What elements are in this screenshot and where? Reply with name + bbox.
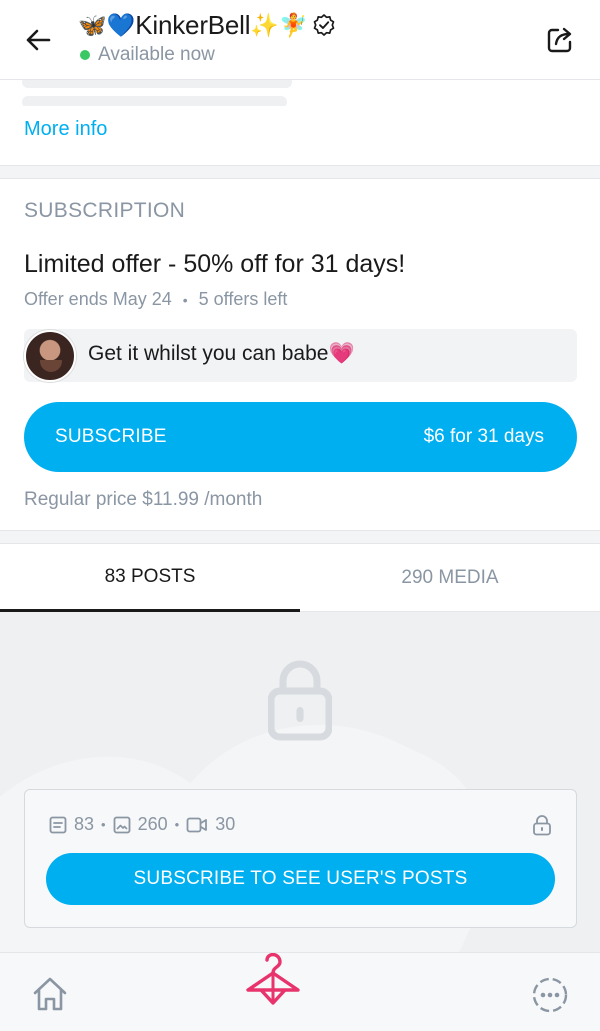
- videos-count: 30: [186, 814, 235, 835]
- message-emoji: 💗: [328, 342, 355, 365]
- videos-count-value: 30: [215, 814, 236, 834]
- offer-meta: Offer ends May 24 • 5 offers left: [24, 289, 287, 310]
- subscribe-price: $6 for 31 days: [423, 426, 544, 447]
- home-icon[interactable]: [30, 974, 70, 1014]
- profile-header: 🦋💙 KinkerBell ✨🧚 Available now: [0, 0, 600, 80]
- bottom-navigation: [0, 952, 600, 1031]
- offer-ends: Offer ends May 24: [24, 289, 172, 309]
- verified-badge-icon: [313, 14, 334, 36]
- post-icon: [49, 816, 67, 833]
- content-tabs: 83 POSTS 290 MEDIA: [0, 544, 600, 612]
- creator-message: Get it whilst you can babe💗: [24, 329, 577, 382]
- creator-message-text: Get it whilst you can babe💗: [88, 342, 355, 366]
- subscribe-to-see-posts-button[interactable]: SUBSCRIBE TO SEE USER'S POSTS: [46, 853, 555, 905]
- section-divider: [0, 165, 600, 179]
- more-info-link[interactable]: More info: [24, 118, 107, 141]
- more-dots-icon[interactable]: [530, 975, 570, 1015]
- tab-posts[interactable]: 83 POSTS: [0, 544, 300, 612]
- content-counts: 83 • 260 • 30: [49, 814, 235, 835]
- subscribe-label: SUBSCRIBE: [55, 426, 167, 447]
- offers-left: 5 offers left: [198, 289, 288, 309]
- count-separator: •: [174, 817, 180, 832]
- photos-count: 260: [113, 814, 168, 835]
- subscribe-button[interactable]: SUBSCRIBE $6 for 31 days: [24, 402, 577, 472]
- subscription-heading: SUBSCRIPTION: [24, 199, 186, 222]
- share-button[interactable]: [544, 24, 576, 56]
- arrow-left-icon: [26, 29, 51, 51]
- name-trailing-emoji: ✨🧚: [250, 11, 308, 38]
- status-text: Available now: [98, 44, 215, 65]
- meta-separator: •: [182, 291, 188, 308]
- count-separator: •: [101, 817, 106, 832]
- photos-count-value: 260: [137, 814, 168, 834]
- regular-price: Regular price $11.99 /month: [24, 489, 263, 510]
- avatar[interactable]: [24, 330, 76, 382]
- message-text: Get it whilst you can babe: [88, 342, 329, 365]
- posts-count: 83: [49, 814, 94, 835]
- locked-posts-area: 83 • 260 • 30 SUBSCRIBE TO SEE USER'S PO…: [0, 612, 600, 952]
- back-button[interactable]: [22, 24, 54, 56]
- posts-count-value: 83: [74, 814, 95, 834]
- online-status: Available now: [80, 44, 215, 66]
- share-icon: [547, 27, 572, 53]
- video-icon: [186, 817, 208, 832]
- locked-posts-card: 83 • 260 • 30 SUBSCRIBE TO SEE USER'S PO…: [24, 789, 577, 928]
- name-leading-emoji: 🦋💙: [78, 11, 136, 38]
- lock-icon: [268, 660, 332, 741]
- image-icon: [113, 816, 130, 833]
- online-dot-icon: [80, 50, 90, 60]
- offer-title: Limited offer - 50% off for 31 days!: [24, 250, 406, 278]
- small-lock-icon: [533, 815, 551, 836]
- tab-media[interactable]: 290 MEDIA: [300, 544, 600, 612]
- hanger-icon[interactable]: [243, 953, 303, 1009]
- profile-display-name: KinkerBell: [135, 9, 251, 40]
- profile-name-row: 🦋💙 KinkerBell ✨🧚: [78, 8, 336, 42]
- bio-text-clipped: [0, 80, 600, 106]
- section-divider: [0, 530, 600, 544]
